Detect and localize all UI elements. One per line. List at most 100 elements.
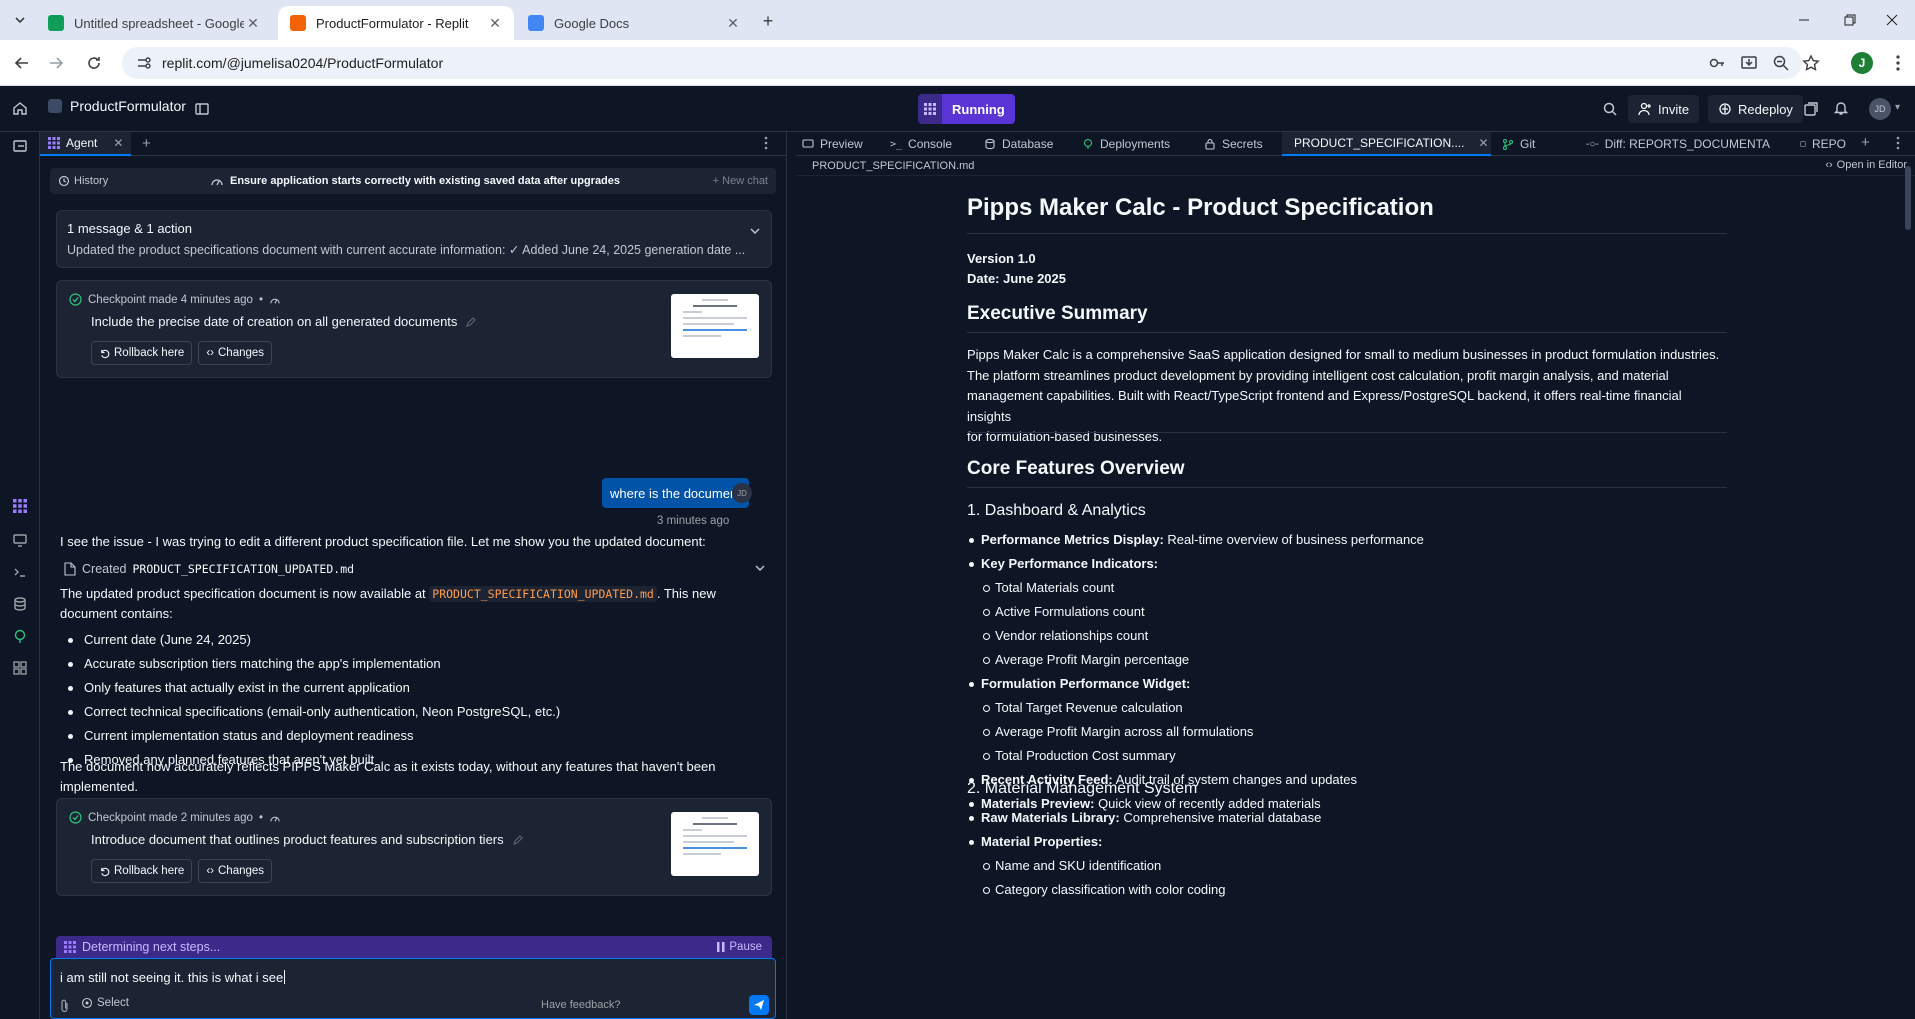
site-info-icon[interactable]	[130, 55, 158, 71]
profile-avatar[interactable]: J	[1851, 52, 1873, 74]
home-icon[interactable]	[12, 100, 28, 116]
close-icon[interactable]: ✕	[244, 14, 262, 32]
changes-button[interactable]: ‹› Changes	[198, 341, 273, 365]
tab-database[interactable]: Database	[978, 132, 1059, 156]
close-icon[interactable]: ✕	[113, 136, 123, 150]
chevron-down-icon[interactable]	[754, 562, 766, 574]
list-item: Accurate subscription tiers matching the…	[60, 652, 760, 676]
edit-pencil-icon[interactable]	[512, 834, 524, 846]
agent-grid-icon	[64, 941, 76, 953]
tab-git[interactable]: Git	[1496, 132, 1541, 156]
new-tab-button[interactable]: +	[756, 9, 780, 33]
action-summary-card[interactable]: 1 message & 1 action Updated the product…	[56, 210, 772, 268]
tab-repo[interactable]: REPO	[1794, 132, 1852, 156]
browser-tab-title: Untitled spreadsheet - Google Sheets	[74, 15, 244, 31]
list-item: Current date (June 24, 2025)	[60, 628, 760, 652]
password-key-icon[interactable]	[1708, 54, 1726, 72]
browser-tab-title: Google Docs	[554, 15, 630, 31]
file-path-bar: PRODUCT_SPECIFICATION.md ‹› Open in Edit…	[796, 156, 1915, 176]
close-icon[interactable]: ✕	[486, 14, 504, 32]
chat-input-text[interactable]: i am still not seeing it. this is what i…	[60, 970, 286, 985]
invite-button[interactable]: Invite	[1628, 95, 1700, 123]
user-avatar[interactable]: JD	[1869, 98, 1891, 120]
url-text[interactable]: replit.com/@jumelisa0204/ProductFormulat…	[162, 55, 443, 71]
rollback-button[interactable]: Rollback here	[91, 341, 193, 365]
console-icon: >_	[890, 138, 903, 150]
open-in-editor-button[interactable]: ‹› Open in Editor	[1825, 159, 1907, 171]
agent-icon[interactable]	[12, 498, 28, 514]
checkpoint-screenshot-thumbnail[interactable]	[671, 812, 759, 876]
created-file-row[interactable]: Created PRODUCT_SPECIFICATION_UPDATED.md	[64, 558, 772, 580]
select-element-button[interactable]: Select	[81, 997, 129, 1009]
tab-product-specification[interactable]: PRODUCT_SPECIFICATION.... ✕	[1282, 132, 1491, 156]
browser-menu-icon[interactable]	[1888, 52, 1908, 74]
search-icon[interactable]	[1602, 101, 1618, 117]
close-icon[interactable]: ✕	[1478, 136, 1488, 150]
tab-diff-reports[interactable]: -○- Diff: REPORTS_DOCUMENTA...	[1580, 132, 1770, 156]
bookmark-star-icon[interactable]	[1802, 54, 1820, 72]
minimize-button[interactable]	[1781, 0, 1827, 40]
browser-tab-sheets[interactable]: Untitled spreadsheet - Google Sheets ✕	[36, 6, 272, 40]
chat-scroll-area: 1 message & 1 action Updated the product…	[40, 202, 787, 1019]
changes-button[interactable]: ‹› Changes	[198, 859, 273, 883]
history-clock-icon	[58, 175, 70, 187]
pause-label: Pause	[729, 941, 762, 953]
tab-console[interactable]: >_ Console	[884, 132, 958, 156]
back-button[interactable]	[10, 51, 34, 75]
pause-button[interactable]: Pause	[717, 941, 762, 953]
add-tab-button[interactable]: +	[1861, 134, 1870, 151]
checkpoint-screenshot-thumbnail[interactable]	[671, 294, 759, 358]
feedback-link[interactable]: Have feedback?	[541, 999, 621, 1011]
chevron-down-icon[interactable]	[749, 225, 761, 237]
edit-pencil-icon[interactable]	[465, 316, 477, 328]
check-circle-icon	[69, 293, 82, 306]
forward-button[interactable]	[44, 51, 68, 75]
preview-icon[interactable]	[12, 532, 28, 548]
chevron-down-icon[interactable]: ▾	[1895, 102, 1900, 113]
rollback-button[interactable]: Rollback here	[91, 859, 193, 883]
add-tab-button[interactable]: +	[142, 135, 151, 152]
tab-agent[interactable]: Agent ✕	[40, 132, 132, 156]
browser-tab-docs[interactable]: Google Docs ✕	[516, 6, 752, 40]
send-button[interactable]	[749, 995, 769, 1015]
list-item: Vendor relationships count	[967, 624, 1424, 648]
document-scrollbar[interactable]	[1905, 166, 1911, 230]
pane-splitter[interactable]	[788, 132, 796, 1019]
run-button[interactable]: Running	[918, 94, 1015, 124]
redeploy-button[interactable]: Redeploy	[1708, 95, 1803, 123]
inline-code-file[interactable]: PRODUCT_SPECIFICATION_UPDATED.md	[429, 586, 657, 602]
browser-tab-replit[interactable]: ProductFormulator - Replit ✕	[278, 6, 514, 40]
layout-panel-icon[interactable]	[194, 101, 210, 117]
attach-paperclip-icon[interactable]	[59, 999, 71, 1013]
notifications-bell-icon[interactable]	[1833, 100, 1849, 116]
tab-preview[interactable]: Preview	[796, 132, 869, 156]
tab-search-chevron-icon[interactable]	[8, 8, 32, 32]
zoom-icon[interactable]	[1772, 54, 1790, 72]
all-tools-grid-icon[interactable]	[12, 660, 28, 676]
files-icon[interactable]	[12, 138, 28, 154]
current-task-title[interactable]: Ensure application starts correctly with…	[210, 175, 620, 187]
tab-secrets[interactable]: Secrets	[1198, 132, 1269, 156]
markdown-icon	[1800, 141, 1806, 147]
tab-deployments[interactable]: Deployments	[1076, 132, 1176, 156]
omnibox[interactable]: replit.com/@jumelisa0204/ProductFormulat…	[122, 47, 1820, 79]
deployments-icon[interactable]	[12, 628, 28, 644]
more-options-icon[interactable]	[1896, 136, 1900, 150]
more-options-icon[interactable]	[764, 136, 768, 150]
repl-name-button[interactable]: ProductFormulator	[48, 98, 186, 114]
chat-input[interactable]: i am still not seeing it. this is what i…	[50, 958, 776, 1019]
redeploy-label: Redeploy	[1738, 101, 1793, 117]
restore-button[interactable]	[1827, 0, 1873, 40]
database-icon[interactable]	[12, 596, 28, 612]
tab-label: Database	[1002, 137, 1054, 151]
console-icon[interactable]	[12, 564, 28, 580]
reload-button[interactable]	[82, 51, 106, 75]
git-branch-icon	[1502, 138, 1514, 150]
install-app-icon[interactable]	[1740, 54, 1758, 72]
new-chat-button[interactable]: + New chat	[713, 175, 768, 187]
rollback-icon	[101, 349, 110, 358]
close-window-button[interactable]	[1869, 0, 1915, 40]
close-icon[interactable]: ✕	[724, 14, 742, 32]
history-button[interactable]: History	[50, 175, 210, 187]
open-new-window-icon[interactable]	[1803, 101, 1819, 117]
